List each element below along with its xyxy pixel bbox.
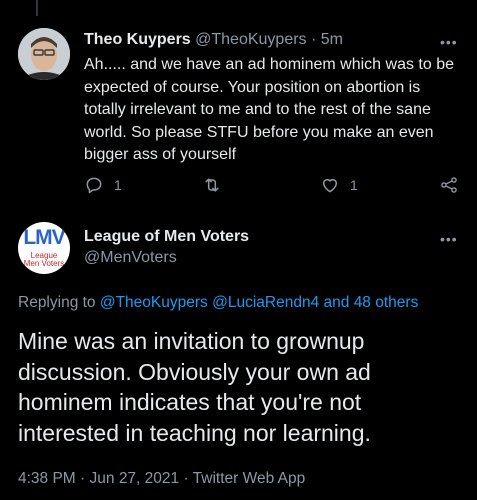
author-name[interactable]: Theo Kuypers [84,31,191,48]
others-link[interactable]: 48 others [354,294,419,311]
like-icon [323,179,337,193]
tweet-timestamp: 4:38 PM · Jun 27, 2021 · Twitter Web App [18,470,305,488]
reply-count: 1 [114,177,122,193]
replying-prefix: Replying to [18,294,100,311]
reply-tweet-actions: 1 1 [0,175,477,199]
avatar-logo-text: LMV [23,226,65,249]
profile-photo [18,28,70,80]
replying-to-line: Replying to @TheoKuypers @LuciaRendn4 an… [18,294,418,312]
share-icon [441,177,457,193]
mention-link[interactable]: @TheoKuypers [100,294,208,311]
retweet-icon [205,178,219,192]
thread-connector-line [36,0,38,16]
reply-tweet-header: Theo Kuypers @TheoKuypers · 5m [84,31,343,49]
tweet-source[interactable]: Twitter Web App [193,470,306,487]
avatar[interactable] [18,28,70,80]
replying-and: and [319,294,354,311]
tweet-time[interactable]: 5m [321,31,343,48]
author-handle[interactable]: @MenVoters [84,249,177,267]
separator: · [179,470,193,487]
avatar-logo-subtitle: League Men Voters [18,252,70,268]
share-button[interactable] [439,175,459,195]
like-button[interactable]: 1 [320,175,358,195]
tweet-date[interactable]: Jun 27, 2021 [90,470,180,487]
reply-button[interactable]: 1 [84,175,122,195]
time-separator: · [306,31,321,48]
author-name[interactable]: League of Men Voters [84,228,249,246]
like-count: 1 [350,177,358,193]
retweet-button[interactable] [202,175,222,195]
author-handle[interactable]: @TheoKuypers [195,31,306,48]
avatar[interactable]: LMV League Men Voters [18,222,70,274]
separator: · [75,470,90,487]
more-options-icon[interactable]: ••• [440,231,458,247]
main-tweet-text: Mine was an invitation to grownup discus… [18,328,371,446]
more-options-icon[interactable]: ••• [440,34,458,50]
tweet-time[interactable]: 4:38 PM [18,470,76,487]
avatar-logo-subtitle-line2: Men Voters [23,259,65,268]
reply-tweet-text: Ah..... and we have an ad hominem which … [84,56,454,163]
mention-link[interactable]: @LuciaRendn4 [212,294,319,311]
reply-icon [86,177,102,194]
